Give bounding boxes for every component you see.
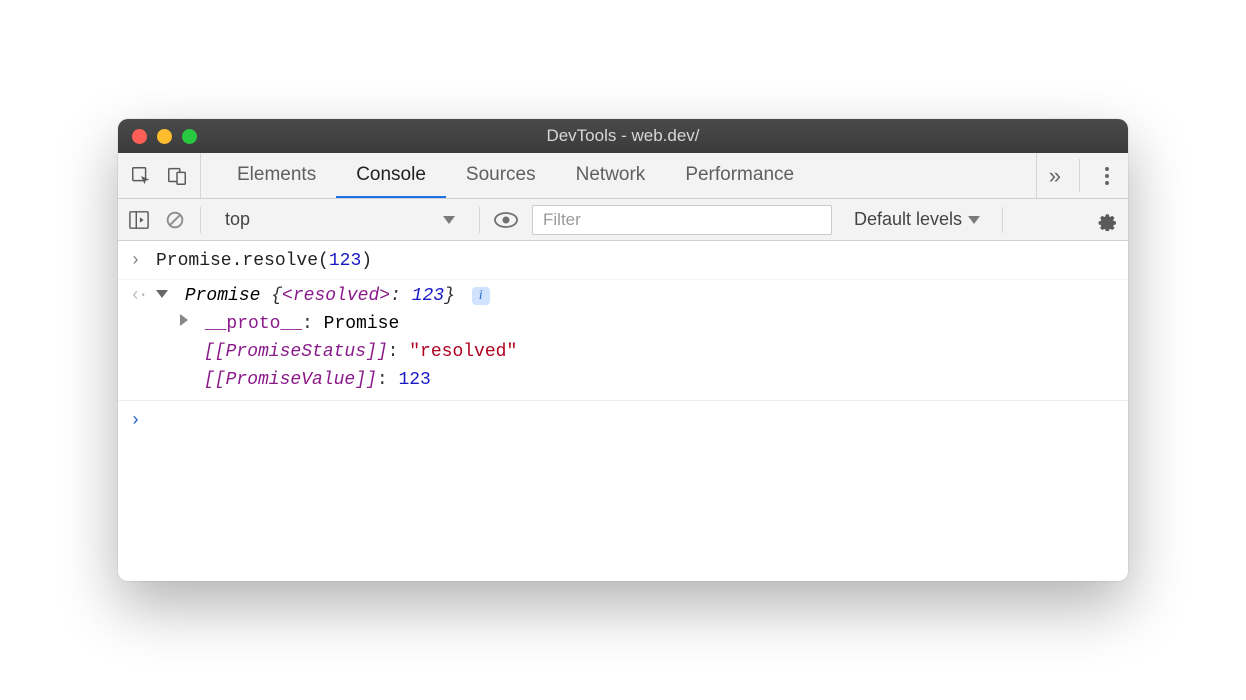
- promise-value-value: 123: [398, 370, 430, 390]
- object-status-label: <resolved>: [282, 286, 390, 306]
- tab-network[interactable]: Network: [556, 153, 666, 198]
- execution-context-select[interactable]: top: [215, 209, 465, 230]
- toolbar-separator: [200, 207, 201, 233]
- clear-console-icon[interactable]: [164, 209, 186, 231]
- window-title: DevTools - web.dev/: [118, 126, 1128, 146]
- inspect-element-icon[interactable]: [130, 165, 152, 187]
- promise-value-row: [[PromiseValue]]: 123: [156, 366, 1116, 394]
- result-prompt-icon: ‹·: [130, 282, 156, 310]
- console-result-content: Promise {<resolved>: 123} i __proto__: P…: [156, 282, 1116, 394]
- object-header-value: 123: [412, 286, 444, 306]
- inspect-toolgroup: [118, 153, 201, 198]
- object-info-icon[interactable]: i: [472, 287, 490, 305]
- devtools-tabbar: Elements Console Sources Network Perform…: [118, 153, 1128, 199]
- input-prompt-icon: ›: [130, 247, 156, 275]
- promise-status-label: [[PromiseStatus]]: [204, 342, 388, 362]
- tabbar-divider: [1079, 159, 1080, 192]
- object-header[interactable]: Promise {<resolved>: 123} i: [156, 282, 1116, 310]
- console-toolbar: top Default levels: [118, 199, 1128, 241]
- promise-status-value: "resolved": [409, 342, 517, 362]
- tab-sources[interactable]: Sources: [446, 153, 556, 198]
- tab-elements[interactable]: Elements: [217, 153, 336, 198]
- disclosure-triangle-right-icon[interactable]: [180, 314, 188, 326]
- devtools-menu-icon[interactable]: [1098, 167, 1116, 185]
- tab-console[interactable]: Console: [336, 153, 446, 198]
- toolbar-separator: [479, 207, 480, 233]
- dropdown-caret-icon: [968, 216, 980, 224]
- live-prompt-icon: ›: [130, 407, 156, 435]
- window-titlebar: DevTools - web.dev/: [118, 119, 1128, 153]
- proto-value: Promise: [324, 314, 400, 334]
- devtools-window: DevTools - web.dev/ Elements Console Sou…: [118, 119, 1128, 581]
- object-class-name: Promise: [185, 286, 261, 306]
- proto-row[interactable]: __proto__: Promise: [156, 310, 1116, 338]
- log-levels-select[interactable]: Default levels: [846, 209, 988, 230]
- promise-value-label: [[PromiseValue]]: [204, 370, 377, 390]
- more-tabs-icon[interactable]: [1049, 163, 1061, 189]
- panel-tabs: Elements Console Sources Network Perform…: [201, 153, 1036, 198]
- dropdown-caret-icon: [443, 216, 455, 224]
- close-window-button[interactable]: [132, 129, 147, 144]
- console-live-prompt[interactable]: ›: [118, 405, 1128, 437]
- console-input-row: › Promise.resolve(123): [118, 245, 1128, 280]
- console-result-row: ‹· Promise {<resolved>: 123} i __proto__…: [118, 280, 1128, 401]
- device-toggle-icon[interactable]: [166, 165, 188, 187]
- tab-performance[interactable]: Performance: [665, 153, 814, 198]
- proto-label: __proto__: [205, 314, 302, 334]
- log-levels-label: Default levels: [854, 209, 962, 230]
- zoom-window-button[interactable]: [182, 129, 197, 144]
- minimize-window-button[interactable]: [157, 129, 172, 144]
- console-filter-input[interactable]: [532, 205, 832, 235]
- live-expression-icon[interactable]: [494, 211, 518, 229]
- console-sidebar-toggle-icon[interactable]: [128, 210, 150, 230]
- execution-context-label: top: [225, 209, 250, 230]
- console-input-text: Promise.resolve(123): [156, 247, 1116, 275]
- promise-status-row: [[PromiseStatus]]: "resolved": [156, 338, 1116, 366]
- toolbar-separator: [1002, 207, 1003, 233]
- disclosure-triangle-down-icon[interactable]: [156, 290, 168, 298]
- console-settings-icon[interactable]: [1096, 209, 1118, 231]
- tabbar-overflow: [1036, 153, 1128, 198]
- window-traffic-lights: [118, 129, 197, 144]
- console-body: › Promise.resolve(123) ‹· Promise {<reso…: [118, 241, 1128, 581]
